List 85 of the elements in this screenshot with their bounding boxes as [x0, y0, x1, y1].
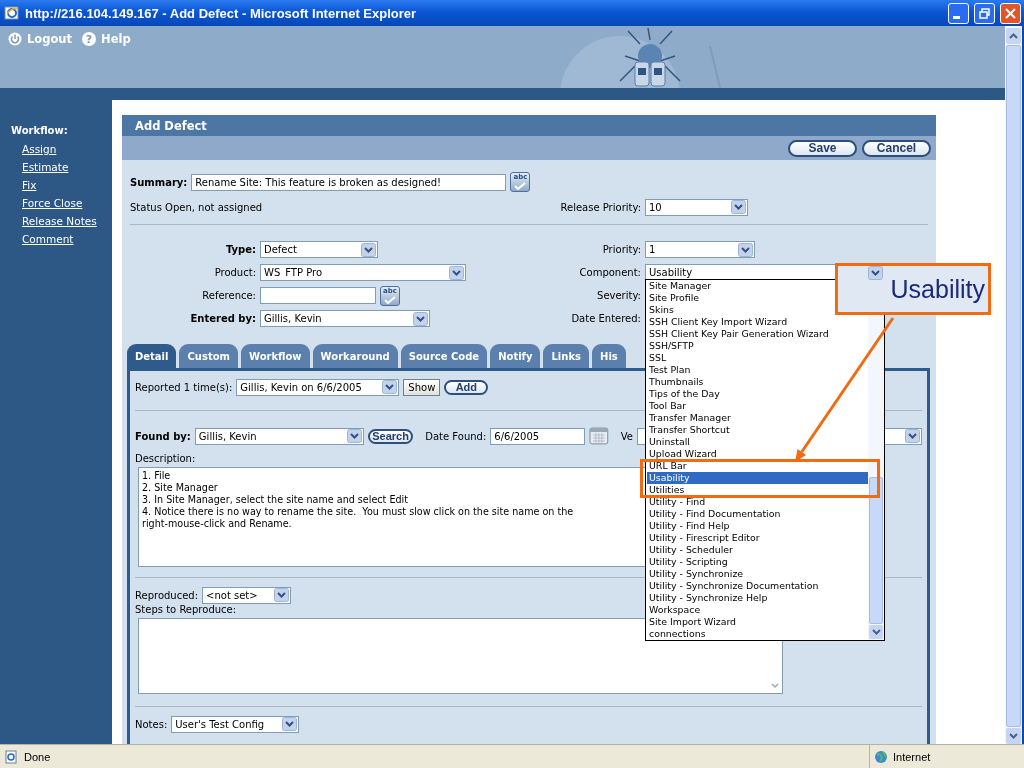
- list-option[interactable]: Site Manager: [647, 280, 712, 292]
- dropdown-field[interactable]: Gillis, Kevin on 6/6/2005: [236, 378, 400, 396]
- workflow-link[interactable]: Assign: [22, 143, 57, 161]
- sidebar-heading: Workflow:: [11, 125, 68, 138]
- field-label: Component:: [578, 267, 641, 278]
- card-header: Add Defect: [122, 115, 936, 136]
- action-button[interactable]: Save: [788, 139, 857, 157]
- action-button[interactable]: Cancel: [862, 139, 931, 157]
- dropdown-field[interactable]: 10: [645, 198, 748, 216]
- workflow-link[interactable]: Fix: [22, 179, 37, 197]
- callout-tooltip: Usability: [835, 263, 991, 315]
- list-option[interactable]: Workspace: [647, 604, 701, 616]
- search-button[interactable]: Search: [367, 428, 414, 444]
- list-option[interactable]: Utility - Synchronize Documentation: [647, 580, 819, 592]
- tab[interactable]: Workaround: [312, 344, 398, 368]
- add-button[interactable]: Add: [444, 379, 489, 395]
- show-button[interactable]: Show: [403, 378, 441, 396]
- list-option[interactable]: Usability: [647, 472, 868, 484]
- tab[interactable]: Workflow: [240, 344, 310, 368]
- status-text: Done: [24, 750, 51, 763]
- list-option[interactable]: SSH/SFTP: [647, 340, 694, 352]
- field-label: Entered by:: [189, 313, 256, 324]
- list-option[interactable]: Transfer Shortcut: [647, 424, 730, 436]
- list-option[interactable]: Utility - Scheduler: [647, 544, 733, 556]
- dropdown-field[interactable]: Defect: [260, 241, 378, 258]
- field-label: Date Found:: [425, 430, 487, 442]
- summary-field[interactable]: Rename Site: This feature is broken as designed!: [191, 173, 507, 191]
- field-label: Steps to Reproduce:: [135, 604, 237, 615]
- tab[interactable]: His: [592, 344, 626, 368]
- list-option[interactable]: Tool Bar: [647, 400, 687, 412]
- field-label: Severity:: [596, 290, 641, 301]
- field-label: Summary:: [130, 176, 188, 188]
- list-option[interactable]: Utility - Scripting: [647, 556, 728, 568]
- field-label: Type:: [224, 244, 256, 255]
- list-option[interactable]: Utility - Find Help: [647, 520, 730, 532]
- list-option[interactable]: Skins: [647, 304, 674, 316]
- list-option[interactable]: Utility - Find: [647, 496, 706, 508]
- tab[interactable]: Notify: [490, 344, 541, 368]
- list-option[interactable]: Tips of the Day: [647, 388, 720, 400]
- status-text: Status Open, not assigned: [130, 201, 264, 213]
- tab[interactable]: Detail: [127, 344, 177, 368]
- dropdown-field[interactable]: WS_FTP Pro: [260, 264, 466, 281]
- field-label: Date Entered:: [570, 313, 641, 324]
- list-option[interactable]: Utility - Synchronize Help: [647, 592, 768, 604]
- list-option[interactable]: Thumbnails: [647, 376, 704, 388]
- field-label: Release Priority:: [559, 201, 641, 213]
- list-option[interactable]: SSL: [647, 352, 667, 364]
- field-label: Ve: [620, 430, 633, 442]
- workflow-link[interactable]: Release Notes: [22, 215, 97, 233]
- list-option[interactable]: Upload Wizard: [647, 448, 717, 460]
- window-title: http://216.104.149.167 - Add Defect - Microsoft Internet Explorer: [25, 5, 418, 21]
- help-icon: ?: [82, 32, 97, 46]
- list-option[interactable]: Transfer Manager: [647, 412, 731, 424]
- field-label: Reported 1 time(s):: [135, 381, 233, 393]
- tab[interactable]: Source Code: [400, 344, 488, 368]
- list-option[interactable]: Utility - Find Documentation: [647, 508, 781, 520]
- workflow-link[interactable]: Force Close: [22, 197, 83, 215]
- dropdown-field[interactable]: User's Test Config: [171, 715, 300, 733]
- list-option[interactable]: Uninstall: [647, 436, 690, 448]
- workflow-link[interactable]: Comment: [22, 233, 74, 251]
- list-option[interactable]: Utilities: [647, 484, 685, 496]
- field-label: Description:: [135, 453, 196, 464]
- date-field[interactable]: 6/6/2005: [490, 427, 586, 445]
- workflow-link[interactable]: Estimate: [22, 161, 69, 179]
- list-option[interactable]: Test Plan: [647, 364, 691, 376]
- list-option[interactable]: Site Import Wizard: [647, 616, 737, 628]
- zone-text: Internet: [893, 750, 931, 763]
- list-option[interactable]: SSH Client Key Pair Generation Wizard: [647, 328, 829, 340]
- dropdown-field[interactable]: Gillis, Kevin: [260, 310, 430, 327]
- list-option[interactable]: SSH Client Key Import Wizard: [647, 316, 788, 328]
- field-label: Reproduced:: [135, 589, 199, 601]
- tab[interactable]: Links: [543, 344, 589, 368]
- list-option[interactable]: Utility - Synchronize: [647, 568, 744, 580]
- field-label: Product:: [213, 267, 256, 278]
- field-label: Found by:: [135, 430, 191, 442]
- field-label: Reference:: [201, 290, 256, 301]
- list-option[interactable]: connections: [647, 628, 706, 640]
- field-label: Notes:: [135, 718, 168, 730]
- dropdown-field[interactable]: 1: [645, 241, 755, 258]
- field-label: Priority:: [601, 244, 641, 255]
- tab[interactable]: Custom: [179, 344, 238, 368]
- dropdown-field[interactable]: <not set>: [202, 586, 292, 604]
- dropdown-field[interactable]: Gillis, Kevin: [194, 427, 364, 445]
- list-option[interactable]: Utility - Firescript Editor: [647, 532, 760, 544]
- list-option[interactable]: Site Profile: [647, 292, 700, 304]
